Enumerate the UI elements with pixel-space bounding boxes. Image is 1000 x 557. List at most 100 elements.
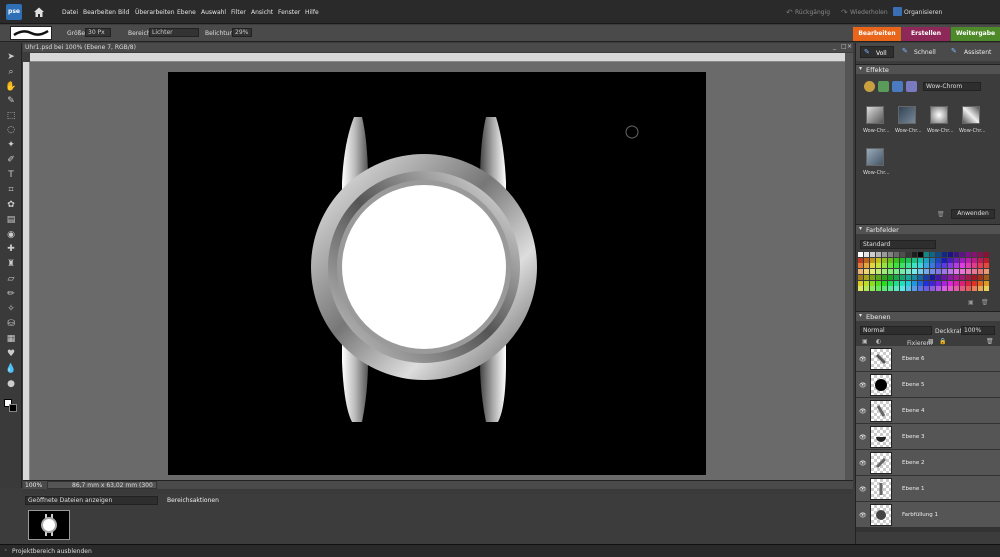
color-swatch[interactable] — [930, 286, 935, 292]
color-swatch[interactable] — [930, 257, 935, 263]
layers-panel-header[interactable]: Ebenen — [856, 311, 1000, 321]
blend-mode-select[interactable]: Normal — [860, 326, 932, 335]
maximize-icon[interactable]: □ — [841, 43, 847, 50]
visibility-eye-icon[interactable]: 👁 — [859, 434, 867, 441]
color-swatch[interactable] — [936, 286, 941, 292]
edit-guided-button[interactable]: Assistent — [964, 49, 991, 56]
bin-thumbnail[interactable] — [28, 510, 70, 540]
cookie-cutter-icon[interactable]: ✿ — [5, 199, 17, 211]
color-swatch[interactable] — [906, 257, 911, 263]
magic-wand-icon[interactable]: ✦ — [5, 139, 17, 151]
red-eye-icon[interactable]: ◉ — [5, 229, 17, 241]
menu-auswahl[interactable]: Auswahl — [201, 9, 226, 16]
menu-ansicht[interactable]: Ansicht — [251, 9, 273, 16]
color-swatch[interactable] — [936, 269, 941, 275]
color-swatch[interactable] — [948, 252, 953, 257]
lasso-tool-icon[interactable]: ◌ — [5, 124, 17, 136]
color-swatch[interactable] — [948, 286, 953, 292]
color-swatch[interactable] — [984, 257, 989, 263]
color-swatch[interactable] — [966, 269, 971, 275]
color-swatch[interactable] — [894, 263, 899, 269]
brush-preview[interactable] — [10, 26, 52, 40]
color-swatch[interactable] — [888, 286, 893, 292]
bin-files-dropdown[interactable]: Geöffnete Dateien anzeigen — [25, 496, 158, 505]
color-swatch[interactable] — [930, 252, 935, 257]
menu-ebene[interactable]: Ebene — [177, 9, 196, 16]
color-swatch[interactable] — [954, 263, 959, 269]
color-swatch[interactable] — [918, 263, 923, 269]
zoom-level[interactable]: 100% — [25, 482, 42, 489]
range-select[interactable]: Lichter — [149, 28, 199, 37]
color-swatch[interactable] — [900, 286, 905, 292]
color-swatch[interactable] — [858, 269, 863, 275]
color-swatch[interactable] — [942, 263, 947, 269]
color-swatch[interactable] — [912, 263, 917, 269]
color-swatch[interactable] — [888, 263, 893, 269]
color-swatch[interactable] — [936, 257, 941, 263]
color-swatch[interactable] — [924, 274, 929, 280]
color-swatch[interactable] — [954, 269, 959, 275]
color-swatch[interactable] — [930, 263, 935, 269]
color-swatch[interactable] — [858, 252, 863, 257]
visibility-eye-icon[interactable]: 👁 — [859, 382, 867, 389]
trash-icon[interactable]: 🗑 — [937, 211, 945, 218]
color-swatch[interactable] — [882, 280, 887, 286]
color-swatch[interactable] — [948, 280, 953, 286]
menu-datei[interactable]: Datei — [62, 9, 78, 16]
visibility-eye-icon[interactable]: 👁 — [859, 460, 867, 467]
size-field[interactable]: 30 Px — [85, 28, 111, 37]
brush-tool-icon[interactable]: ✏ — [5, 288, 17, 300]
edit-quick-button[interactable]: Schnell — [914, 49, 936, 56]
color-swatch[interactable] — [978, 263, 983, 269]
color-swatch[interactable] — [930, 280, 935, 286]
color-swatch[interactable] — [948, 263, 953, 269]
visibility-eye-icon[interactable]: 👁 — [859, 512, 867, 519]
zoom-tool-icon[interactable]: ⌕ — [5, 66, 17, 78]
color-swatch[interactable] — [942, 274, 947, 280]
tab-erstellen[interactable]: Erstellen — [902, 27, 950, 41]
color-swatch[interactable] — [936, 263, 941, 269]
effect-thumb-4[interactable] — [962, 106, 980, 124]
show-all-icon[interactable] — [906, 81, 917, 92]
menu-hilfe[interactable]: Hilfe — [305, 9, 319, 16]
color-swatch[interactable] — [984, 263, 989, 269]
color-swatch[interactable] — [876, 252, 881, 257]
visibility-eye-icon[interactable]: 👁 — [859, 408, 867, 415]
color-swatch[interactable] — [966, 274, 971, 280]
background-color-swatch[interactable] — [9, 404, 17, 412]
bin-actions-menu[interactable]: Bereichsaktionen — [167, 497, 219, 504]
color-swatch[interactable] — [894, 280, 899, 286]
color-swatch[interactable] — [882, 269, 887, 275]
color-swatch[interactable] — [978, 280, 983, 286]
color-swatch[interactable] — [894, 257, 899, 263]
type-tool-icon[interactable]: T — [5, 169, 17, 181]
lock-transparency-icon[interactable]: ▩ — [928, 338, 934, 345]
color-swatch[interactable] — [972, 286, 977, 292]
color-swatch[interactable] — [864, 280, 869, 286]
effect-thumb-2[interactable] — [898, 106, 916, 124]
color-swatch[interactable] — [972, 269, 977, 275]
color-swatch[interactable] — [936, 252, 941, 257]
color-swatch[interactable] — [894, 286, 899, 292]
color-swatch[interactable] — [954, 274, 959, 280]
color-swatch[interactable] — [918, 269, 923, 275]
menu-filter[interactable]: Filter — [231, 9, 246, 16]
color-swatch[interactable] — [876, 263, 881, 269]
swatches-dropdown[interactable]: Standard — [860, 240, 936, 249]
color-swatch[interactable] — [900, 252, 905, 257]
color-swatch[interactable] — [906, 280, 911, 286]
color-swatch[interactable] — [954, 252, 959, 257]
photo-effects-icon[interactable] — [892, 81, 903, 92]
effects-panel-header[interactable]: Effekte — [856, 64, 1000, 74]
apply-effect-button[interactable]: Anwenden — [951, 209, 995, 219]
color-swatch[interactable] — [864, 274, 869, 280]
color-swatch[interactable] — [948, 257, 953, 263]
collapse-arrow-icon[interactable]: ▾ — [859, 65, 862, 72]
color-swatch[interactable] — [906, 252, 911, 257]
shape-tool-icon[interactable]: ♥ — [5, 348, 17, 360]
color-swatch[interactable] — [894, 269, 899, 275]
color-swatch[interactable] — [930, 269, 935, 275]
new-swatch-icon[interactable]: ▣ — [968, 299, 974, 306]
color-swatch[interactable] — [870, 280, 875, 286]
swatch-grid[interactable] — [858, 252, 991, 292]
